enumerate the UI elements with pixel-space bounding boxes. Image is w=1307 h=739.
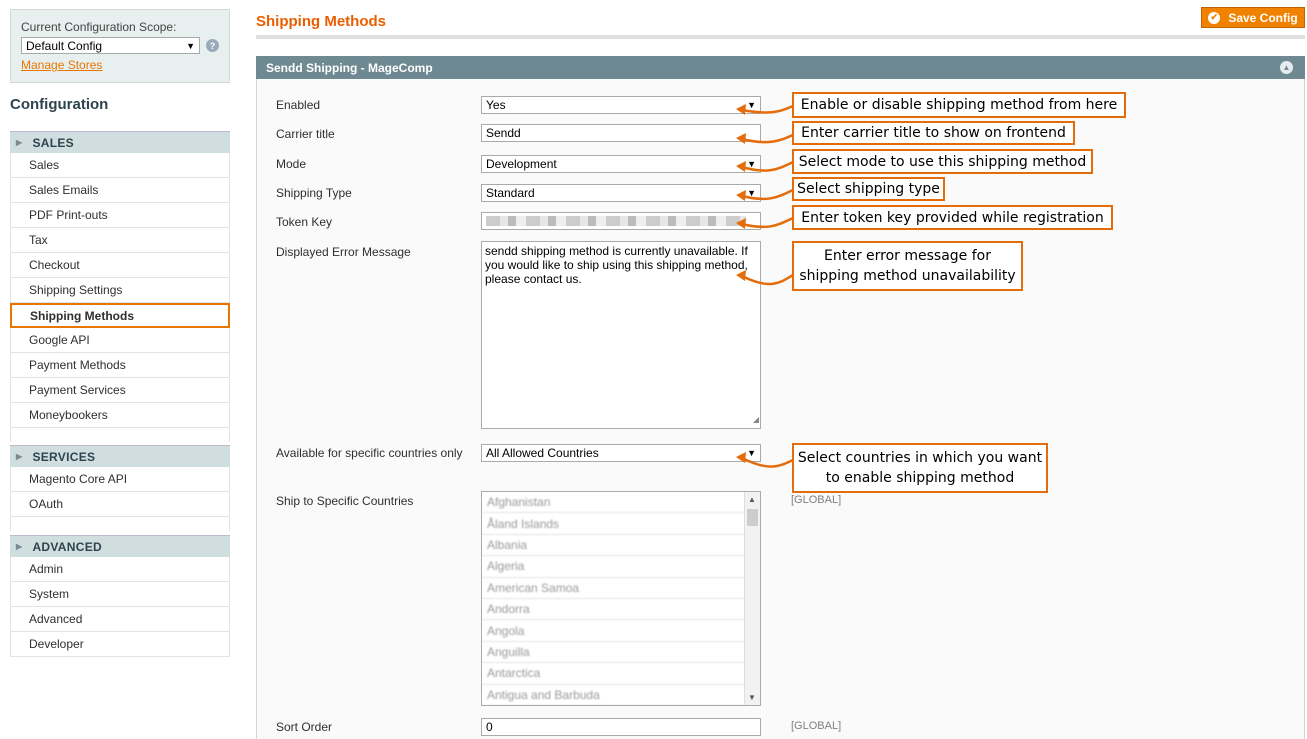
arrow-token: [740, 216, 795, 229]
callout-shipping-type: Select shipping type: [792, 177, 945, 201]
arrowhead: [736, 270, 746, 281]
arrowhead: [736, 218, 746, 229]
arrow-error: [740, 273, 795, 286]
arrowhead: [736, 190, 746, 201]
callout-countries: Select countries in which you want to en…: [792, 443, 1048, 493]
arrow-countries: [740, 456, 795, 468]
callout-mode: Select mode to use this shipping method: [792, 149, 1093, 174]
arrowhead: [736, 161, 746, 172]
arrowhead: [736, 104, 746, 115]
callout-carrier-title: Enter carrier title to show on frontend: [792, 121, 1075, 145]
arrowhead: [736, 452, 746, 463]
arrow-shiptype: [740, 188, 795, 201]
arrowhead: [736, 133, 746, 144]
arrow-enabled: [740, 104, 795, 114]
arrow-mode: [740, 160, 795, 172]
callout-error-message: Enter error message for shipping method …: [792, 241, 1023, 291]
callout-token-key: Enter token key provided while registrat…: [792, 205, 1113, 230]
arrow-carrier: [740, 132, 797, 144]
callout-enabled: Enable or disable shipping method from h…: [792, 92, 1126, 118]
